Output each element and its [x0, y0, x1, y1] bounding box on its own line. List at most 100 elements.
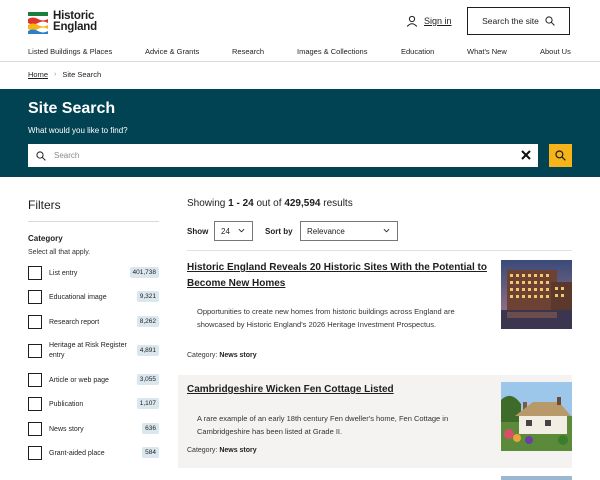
breadcrumb-home[interactable]: Home: [28, 70, 48, 79]
nav-research[interactable]: Research: [232, 47, 264, 56]
filter-grant-aided-place[interactable]: Grant-aided place 584: [28, 446, 159, 462]
filters-heading: Filters: [28, 198, 159, 222]
search-band: Site Search What would you like to find?: [0, 89, 600, 177]
filter-count-badge: 9,321: [136, 291, 159, 302]
results-count-prefix: Showing: [187, 198, 226, 209]
filter-label: Research report: [49, 319, 100, 326]
result-description: A rare example of an early 18th century …: [197, 414, 449, 436]
page-title: Site Search: [28, 100, 116, 117]
result-category-value: News story: [219, 352, 257, 359]
results-controls: Show 24 Sort by Relevance: [187, 221, 572, 241]
result-thumbnail-image[interactable]: [501, 260, 572, 329]
result-description: Opportunities to create new homes from h…: [197, 307, 455, 329]
breadcrumb-separator-icon: ›: [54, 71, 57, 78]
nav-advice-grants[interactable]: Advice & Grants: [145, 47, 199, 56]
filter-checkbox[interactable]: [28, 290, 42, 304]
filter-checkbox[interactable]: [28, 373, 42, 387]
search-input[interactable]: [54, 151, 494, 160]
filter-count-badge: 4,891: [136, 345, 159, 356]
breadcrumb-current: Site Search: [62, 70, 102, 79]
search-icon: [36, 150, 46, 161]
filter-list-entry[interactable]: List entry 401,738: [28, 266, 159, 282]
filter-count-badge: 636: [142, 423, 159, 434]
filter-news-story[interactable]: News story 636: [28, 422, 159, 438]
sort-value: Relevance: [307, 226, 345, 236]
chevron-down-icon: [238, 228, 245, 233]
filter-count-badge: 401,738: [129, 267, 159, 278]
nav-about-us[interactable]: About Us: [540, 47, 571, 56]
results-range: 1 - 24: [228, 198, 254, 209]
filter-checkbox[interactable]: [28, 397, 42, 411]
filter-checkbox[interactable]: [28, 422, 42, 436]
result-card: Historic England Reveals 20 Historic Sit…: [178, 260, 572, 368]
filter-checkbox[interactable]: [28, 344, 42, 358]
category-heading: Category: [28, 234, 63, 243]
filter-checkbox[interactable]: [28, 446, 42, 460]
result-title[interactable]: Historic England Reveals 20 Historic Sit…: [187, 260, 487, 291]
filter-count-badge: 3,055: [136, 374, 159, 385]
sort-select[interactable]: Relevance: [300, 221, 398, 241]
filter-publication[interactable]: Publication 1,107: [28, 397, 159, 413]
search-icon: [555, 150, 566, 161]
search-the-site-label: Search the site: [482, 16, 539, 26]
result-thumbnail-image[interactable]: [501, 382, 572, 451]
search-question: What would you like to find?: [28, 126, 128, 135]
brand-line-2: England: [53, 21, 97, 33]
filter-label: List entry: [49, 270, 78, 277]
filters-panel: Filters Category Select all that apply.: [28, 198, 159, 256]
nav-listed-buildings[interactable]: Listed Buildings & Places: [28, 47, 112, 56]
filter-count-badge: 8,262: [136, 316, 159, 327]
result-title[interactable]: Cambridgeshire Wicken Fen Cottage Listed: [187, 382, 487, 398]
results-total: 429,594: [284, 198, 321, 209]
results-count-out-of: out of: [256, 198, 282, 209]
filter-educational-image[interactable]: Educational image 9,321: [28, 290, 159, 306]
search-field: [28, 144, 538, 167]
filter-checkbox[interactable]: [28, 266, 42, 280]
filter-article-or-web-page[interactable]: Article or web page 3,055: [28, 373, 159, 389]
sign-in-link[interactable]: Sign in: [406, 15, 452, 27]
result-category-label: Category:: [187, 447, 218, 454]
main-nav: Listed Buildings & Places Advice & Grant…: [0, 44, 600, 62]
filter-count-badge: 584: [142, 447, 159, 458]
category-hint: Select all that apply.: [28, 249, 91, 256]
results-panel: Showing 1 - 24 out of 429,594 results Sh…: [178, 198, 572, 480]
person-icon: [406, 15, 418, 27]
result-card: [178, 476, 572, 480]
search-submit-button[interactable]: [549, 144, 572, 167]
nav-images-collections[interactable]: Images & Collections: [297, 47, 367, 56]
results-divider: [187, 250, 572, 251]
filter-checkbox[interactable]: [28, 315, 42, 329]
filter-label: Publication: [49, 401, 84, 408]
result-category: Category: News story: [187, 352, 257, 359]
filter-label: Article or web page: [49, 377, 109, 384]
sort-label: Sort by: [265, 227, 293, 236]
logo-mark-icon: [28, 12, 48, 34]
results-count: Showing 1 - 24 out of 429,594 results: [187, 198, 572, 209]
filter-label: Heritage at Risk Register entry: [49, 342, 127, 359]
nav-whats-new[interactable]: What's New: [467, 47, 507, 56]
clear-icon[interactable]: [520, 149, 532, 161]
result-category-value: News story: [219, 447, 257, 454]
search-the-site-button[interactable]: Search the site: [467, 7, 570, 35]
result-category-label: Category:: [187, 352, 218, 359]
filter-label: Grant-aided place: [49, 450, 105, 457]
page-size-select[interactable]: 24: [214, 221, 253, 241]
result-category: Category: News story: [187, 447, 257, 454]
filter-label: News story: [49, 426, 84, 433]
show-label: Show: [187, 227, 209, 236]
page-size-value: 24: [221, 226, 230, 236]
filter-count-badge: 1,107: [136, 398, 159, 409]
result-thumbnail-image[interactable]: [501, 476, 572, 480]
breadcrumb: Home › Site Search: [28, 70, 101, 79]
result-card: Cambridgeshire Wicken Fen Cottage Listed…: [178, 375, 572, 468]
nav-education[interactable]: Education: [401, 47, 434, 56]
results-count-suffix: results: [323, 198, 353, 209]
sign-in-label: Sign in: [424, 16, 452, 26]
filter-label: Educational image: [49, 294, 107, 301]
chevron-down-icon: [383, 228, 390, 233]
site-header: Historic England Sign in Search the site…: [0, 0, 600, 62]
filter-heritage-at-risk[interactable]: Heritage at Risk Register entry 4,891: [28, 342, 159, 359]
historic-england-logo[interactable]: Historic England: [28, 10, 97, 34]
search-icon: [545, 16, 555, 26]
filter-research-report[interactable]: Research report 8,262: [28, 315, 159, 331]
